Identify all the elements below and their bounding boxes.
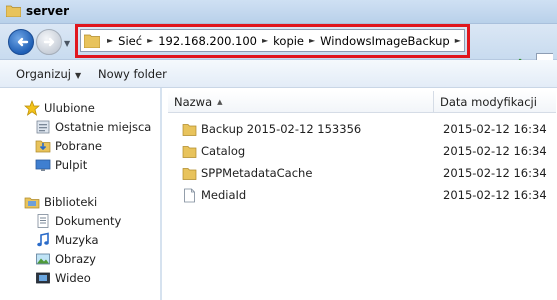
chevron-down-icon: ▼ (74, 71, 82, 80)
new-folder-button[interactable]: Nowy folder (98, 67, 167, 81)
sidebar-item-recent-places[interactable]: Ostatnie miejsca (35, 119, 151, 135)
sidebar-item-documents[interactable]: Dokumenty (35, 213, 121, 229)
file-date: 2015-02-12 16:34 (443, 166, 547, 180)
table-row[interactable]: Backup 2015-02-12 153356 2015-02-12 16:3… (182, 119, 557, 139)
folder-icon (182, 123, 197, 136)
file-name: Catalog (201, 144, 246, 158)
sidebar-item-desktop[interactable]: Pulpit (35, 157, 87, 173)
documents-icon (37, 214, 49, 228)
window-title: server (26, 4, 70, 18)
videos-icon (36, 272, 50, 284)
column-header-date-modified[interactable]: Data modyfikacji (434, 91, 556, 113)
folder-icon (182, 167, 197, 180)
star-icon (24, 100, 40, 116)
navigation-pane: Ulubione Ostatnie miejsca Pobrane Pulpit… (0, 88, 160, 300)
sidebar-item-music[interactable]: Muzyka (35, 232, 99, 248)
libraries-icon (24, 197, 40, 209)
sidebar-item-libraries[interactable]: Biblioteki (24, 194, 97, 210)
file-name: MediaId (201, 188, 247, 202)
table-row[interactable]: Catalog 2015-02-12 16:34 (182, 141, 557, 161)
recent-places-icon (36, 120, 50, 134)
column-header-name[interactable]: Nazwa ▲ (168, 91, 434, 113)
back-arrow-icon (17, 37, 29, 47)
command-bar: Organizuj ▼ Nowy folder (0, 60, 557, 88)
highlight-box (75, 24, 470, 58)
back-button[interactable] (8, 29, 34, 55)
sidebar-item-videos[interactable]: Wideo (35, 270, 91, 286)
file-name: SPPMetadataCache (201, 166, 313, 180)
file-date: 2015-02-12 16:34 (443, 122, 547, 136)
table-row[interactable]: SPPMetadataCache 2015-02-12 16:34 (182, 163, 557, 183)
sidebar-item-favorites[interactable]: Ulubione (24, 100, 95, 116)
recent-pages-dropdown-icon[interactable]: ▼ (64, 39, 70, 48)
file-icon (184, 188, 195, 202)
forward-arrow-icon (43, 37, 55, 47)
pictures-icon (36, 253, 50, 265)
sidebar-item-pictures[interactable]: Obrazy (35, 251, 96, 267)
file-name: Backup 2015-02-12 153356 (201, 122, 362, 136)
table-row[interactable]: MediaId 2015-02-12 16:34 (182, 185, 557, 205)
sort-ascending-icon: ▲ (217, 97, 223, 106)
organize-button[interactable]: Organizuj ▼ (16, 67, 81, 81)
sidebar-item-downloads[interactable]: Pobrane (35, 138, 102, 154)
desktop-icon (35, 159, 51, 171)
file-date: 2015-02-12 16:34 (443, 144, 547, 158)
folder-icon (182, 145, 197, 158)
downloads-folder-icon (35, 140, 51, 153)
folder-icon (6, 5, 21, 17)
title-bar: server (0, 0, 557, 24)
forward-button[interactable] (36, 29, 62, 55)
file-list: Nazwa ▲ Data modyfikacji Backup 2015-02-… (162, 88, 557, 300)
file-date: 2015-02-12 16:34 (443, 188, 547, 202)
music-icon (37, 232, 49, 247)
